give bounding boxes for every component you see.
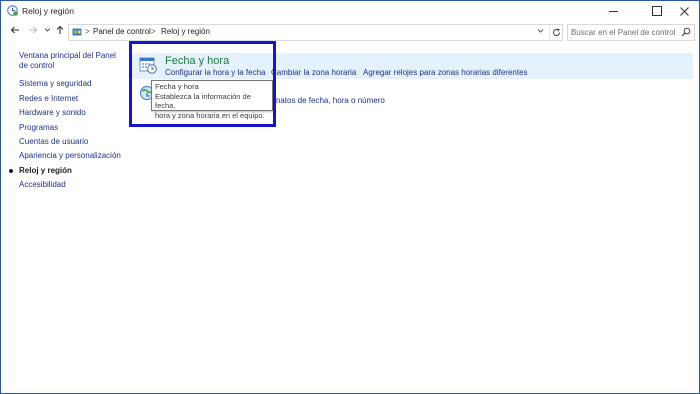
chevron-down-icon [44, 28, 50, 32]
sidebar-item-cuentas-usuario[interactable]: Cuentas de usuario [19, 137, 88, 147]
control-panel-icon [72, 28, 82, 36]
breadcrumb-separator: > [85, 27, 90, 36]
maximize-icon [652, 6, 662, 17]
address-dropdown-button[interactable] [537, 27, 544, 36]
window-title: Reloj y región [22, 6, 74, 16]
search-icon[interactable] [681, 27, 691, 37]
minimize-icon [608, 10, 618, 12]
refresh-icon [552, 28, 560, 37]
recent-locations-button[interactable] [41, 25, 53, 39]
refresh-button[interactable] [549, 25, 562, 40]
forward-button[interactable] [27, 25, 39, 39]
back-button[interactable] [9, 25, 21, 39]
sidebar-item-sistema-seguridad[interactable]: Sistema y seguridad [19, 79, 91, 89]
sidebar-item-hardware-sonido[interactable]: Hardware y sonido [19, 108, 86, 118]
arrow-left-icon [10, 26, 19, 34]
search-input[interactable] [571, 26, 676, 38]
link-cambiar-zona-horaria[interactable]: Cambiar la zona horaria [271, 68, 356, 77]
sidebar-item-apariencia[interactable]: Apariencia y personalización [19, 151, 121, 161]
maximize-button[interactable] [643, 1, 671, 21]
up-button[interactable] [54, 25, 66, 39]
annotation-highlight-box [129, 41, 276, 127]
address-field[interactable]: > Panel de control > Reloj y región [68, 24, 563, 41]
breadcrumb-panel-de-control[interactable]: Panel de control [93, 27, 151, 36]
chevron-down-icon [537, 29, 544, 33]
breadcrumb-separator: > [151, 27, 156, 36]
control-panel-window: Reloj y región > Panel de control > Relo… [0, 0, 700, 394]
address-toolbar: > Panel de control > Reloj y región [1, 21, 699, 43]
breadcrumb-reloj-y-region[interactable]: Reloj y región [161, 27, 210, 36]
title-bar[interactable]: Reloj y región [1, 1, 699, 21]
clock-region-app-icon [7, 5, 18, 16]
close-button[interactable] [670, 1, 698, 21]
arrow-up-icon [56, 25, 64, 34]
search-box[interactable] [567, 24, 695, 41]
current-page-bullet [9, 169, 13, 173]
minimize-button[interactable] [599, 1, 627, 21]
sidebar-item-panel-principal[interactable]: Ventana principal del Panel de control [19, 51, 123, 71]
arrow-right-icon [29, 26, 38, 34]
link-agregar-relojes[interactable]: Agregar relojes para zonas horarias dife… [363, 68, 528, 77]
sidebar-item-redes-internet[interactable]: Redes e Internet [19, 94, 78, 104]
sidebar-item-reloj-region: Reloj y región [19, 166, 72, 175]
sidebar-item-programas[interactable]: Programas [19, 123, 58, 133]
link-formatos-fecha-hora-numero[interactable]: rmatos de fecha, hora o número [271, 96, 385, 105]
sidebar-item-accesibilidad[interactable]: Accesibilidad [19, 180, 66, 190]
close-icon [679, 6, 689, 16]
